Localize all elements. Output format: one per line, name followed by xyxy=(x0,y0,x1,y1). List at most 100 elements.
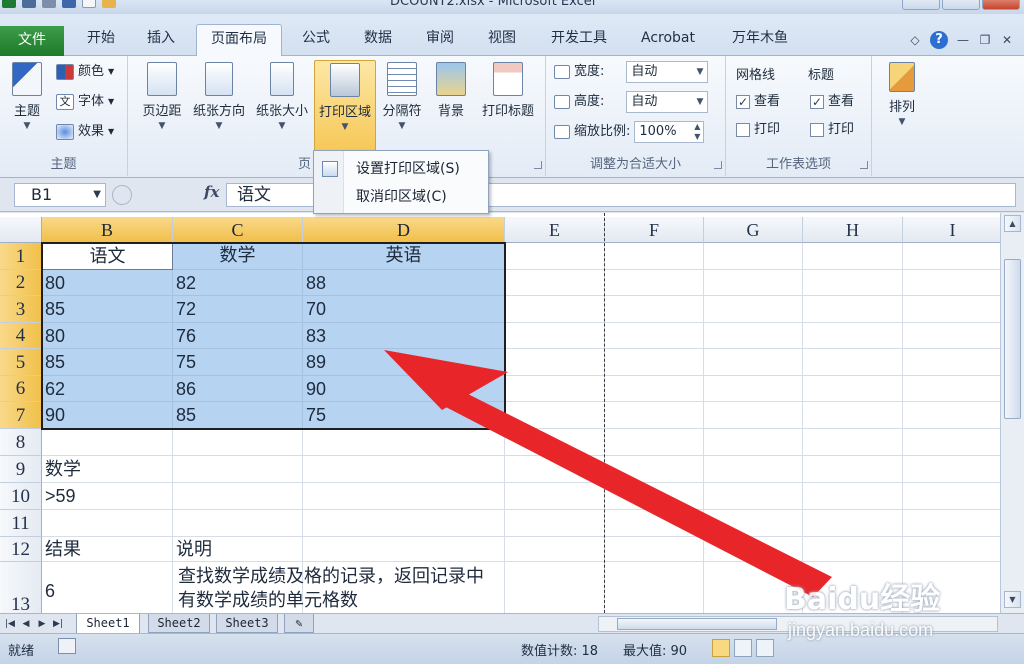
row-header[interactable]: 13 xyxy=(0,562,42,613)
normal-view-icon[interactable] xyxy=(712,639,730,657)
empty-cell[interactable] xyxy=(605,456,704,483)
maximize-button[interactable] xyxy=(942,0,980,10)
checkbox-checked-icon[interactable]: ✓ xyxy=(810,95,824,109)
scroll-thumb[interactable] xyxy=(1004,259,1021,419)
tab-developer[interactable]: 开发工具 xyxy=(540,24,618,56)
empty-cell[interactable] xyxy=(505,243,605,270)
breaks-button[interactable]: 分隔符 ▼ xyxy=(378,60,426,146)
empty-cell[interactable] xyxy=(303,456,505,483)
empty-cell[interactable] xyxy=(704,483,803,510)
row-header[interactable]: 4 xyxy=(0,323,42,349)
empty-cell[interactable] xyxy=(505,296,605,323)
row-header[interactable]: 7 xyxy=(0,402,42,429)
cell-c13[interactable]: 查找数学成绩及格的记录，返回记录中有数学成绩的单元格数 xyxy=(173,565,485,613)
empty-cell[interactable] xyxy=(803,243,903,270)
empty-cell[interactable] xyxy=(303,537,505,562)
insert-sheet-icon[interactable]: ✎ xyxy=(284,614,314,633)
empty-cell[interactable] xyxy=(605,349,704,376)
empty-cell[interactable] xyxy=(903,537,1000,562)
size-button[interactable]: 纸张大小 ▼ xyxy=(252,60,312,146)
save-icon[interactable] xyxy=(62,0,76,8)
set-print-area-item[interactable]: 设置打印区域(S) xyxy=(314,155,488,183)
cell-b13[interactable]: 6 xyxy=(42,562,173,613)
open-folder-icon[interactable] xyxy=(102,0,116,8)
empty-cell[interactable] xyxy=(505,537,605,562)
empty-cell[interactable] xyxy=(903,483,1000,510)
column-header-c[interactable]: C xyxy=(173,217,303,243)
empty-cell[interactable] xyxy=(704,349,803,376)
cell-d6[interactable]: 90 xyxy=(303,376,505,402)
cell-b2[interactable]: 80 xyxy=(42,270,173,296)
column-header-e[interactable]: E xyxy=(505,217,605,243)
width-select[interactable]: 自动 ▼ xyxy=(626,61,709,83)
scroll-down-icon[interactable]: ▼ xyxy=(1004,591,1021,608)
page-break-view-icon[interactable] xyxy=(756,639,774,657)
empty-cell[interactable] xyxy=(42,429,173,456)
tab-file[interactable]: 文件 xyxy=(0,26,64,56)
doc-close-icon[interactable]: ✕ xyxy=(1000,34,1014,46)
undo-icon[interactable] xyxy=(22,0,36,8)
row-header[interactable]: 12 xyxy=(0,537,42,562)
last-sheet-icon[interactable]: ▶| xyxy=(52,617,64,631)
empty-cell[interactable] xyxy=(704,270,803,296)
prev-sheet-icon[interactable]: ◀ xyxy=(20,617,32,631)
close-button[interactable] xyxy=(982,0,1020,10)
fonts-button[interactable]: 文 字体 ▼ xyxy=(56,90,114,114)
cell-d5[interactable]: 89 xyxy=(303,349,505,376)
page-layout-view-icon[interactable] xyxy=(734,639,752,657)
empty-cell[interactable] xyxy=(704,456,803,483)
empty-cell[interactable] xyxy=(173,510,303,537)
empty-cell[interactable] xyxy=(605,243,704,270)
empty-cell[interactable] xyxy=(605,296,704,323)
macro-record-icon[interactable] xyxy=(58,638,76,654)
colors-button[interactable]: 颜色 ▼ xyxy=(56,60,114,84)
doc-minimize-icon[interactable]: — xyxy=(956,34,970,46)
row-header[interactable]: 1 xyxy=(0,243,42,270)
empty-cell[interactable] xyxy=(803,323,903,349)
row-header[interactable]: 10 xyxy=(0,483,42,510)
empty-cell[interactable] xyxy=(803,456,903,483)
print-titles-button[interactable]: 打印标题 xyxy=(476,60,540,146)
arrange-button[interactable]: 排列 ▼ xyxy=(878,60,926,146)
column-header-d[interactable]: D xyxy=(303,217,505,243)
cell-d3[interactable]: 70 xyxy=(303,296,505,323)
formula-bar-handle-icon[interactable] xyxy=(112,185,132,205)
empty-cell[interactable] xyxy=(173,483,303,510)
empty-cell[interactable] xyxy=(505,270,605,296)
cell-b1[interactable]: 语文 xyxy=(42,243,173,270)
empty-cell[interactable] xyxy=(505,483,605,510)
sheet-tab-sheet3[interactable]: Sheet3 xyxy=(216,614,278,633)
tab-page-layout[interactable]: 页面布局 xyxy=(196,24,282,57)
empty-cell[interactable] xyxy=(505,456,605,483)
empty-cell[interactable] xyxy=(704,243,803,270)
empty-cell[interactable] xyxy=(605,429,704,456)
headings-view-option[interactable]: ✓ 查看 xyxy=(810,90,854,114)
empty-cell[interactable] xyxy=(704,323,803,349)
empty-cell[interactable] xyxy=(903,296,1000,323)
empty-cell[interactable] xyxy=(505,429,605,456)
headings-print-option[interactable]: 打印 xyxy=(810,118,854,142)
row-header[interactable]: 6 xyxy=(0,376,42,402)
empty-cell[interactable] xyxy=(803,296,903,323)
cell-b5[interactable]: 85 xyxy=(42,349,173,376)
tab-home[interactable]: 开始 xyxy=(74,24,128,56)
empty-cell[interactable] xyxy=(704,376,803,402)
empty-cell[interactable] xyxy=(903,376,1000,402)
hscroll-thumb[interactable] xyxy=(617,618,777,630)
empty-cell[interactable] xyxy=(605,537,704,562)
checkbox-empty-icon[interactable] xyxy=(736,123,750,137)
empty-cell[interactable] xyxy=(903,510,1000,537)
orientation-button[interactable]: 纸张方向 ▼ xyxy=(188,60,250,146)
empty-cell[interactable] xyxy=(605,323,704,349)
empty-cell[interactable] xyxy=(803,376,903,402)
effects-button[interactable]: 效果 ▼ xyxy=(56,120,114,144)
row-header[interactable]: 5 xyxy=(0,349,42,376)
cell-b12[interactable]: 结果 xyxy=(42,537,173,562)
checkbox-empty-icon[interactable] xyxy=(810,123,824,137)
empty-cell[interactable] xyxy=(42,510,173,537)
empty-cell[interactable] xyxy=(605,483,704,510)
column-header-f[interactable]: F xyxy=(605,217,704,243)
minimize-button[interactable] xyxy=(902,0,940,10)
insert-function-icon[interactable]: fx xyxy=(204,183,219,201)
empty-cell[interactable] xyxy=(704,537,803,562)
